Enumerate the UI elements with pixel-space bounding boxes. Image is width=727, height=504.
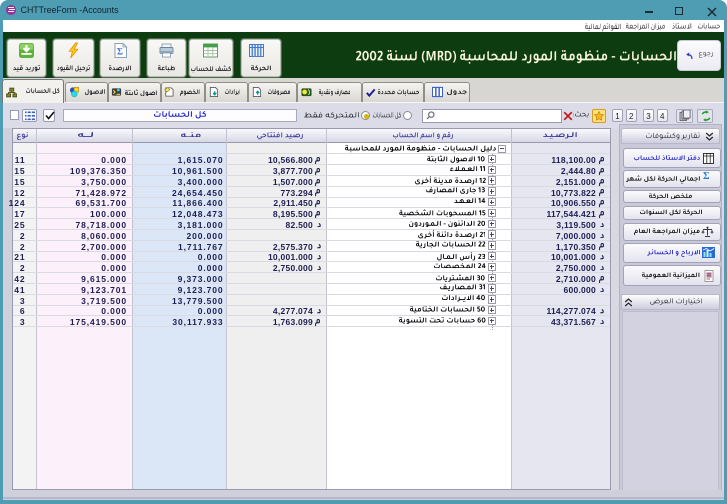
svg-text:Σ: Σ [117, 47, 123, 57]
